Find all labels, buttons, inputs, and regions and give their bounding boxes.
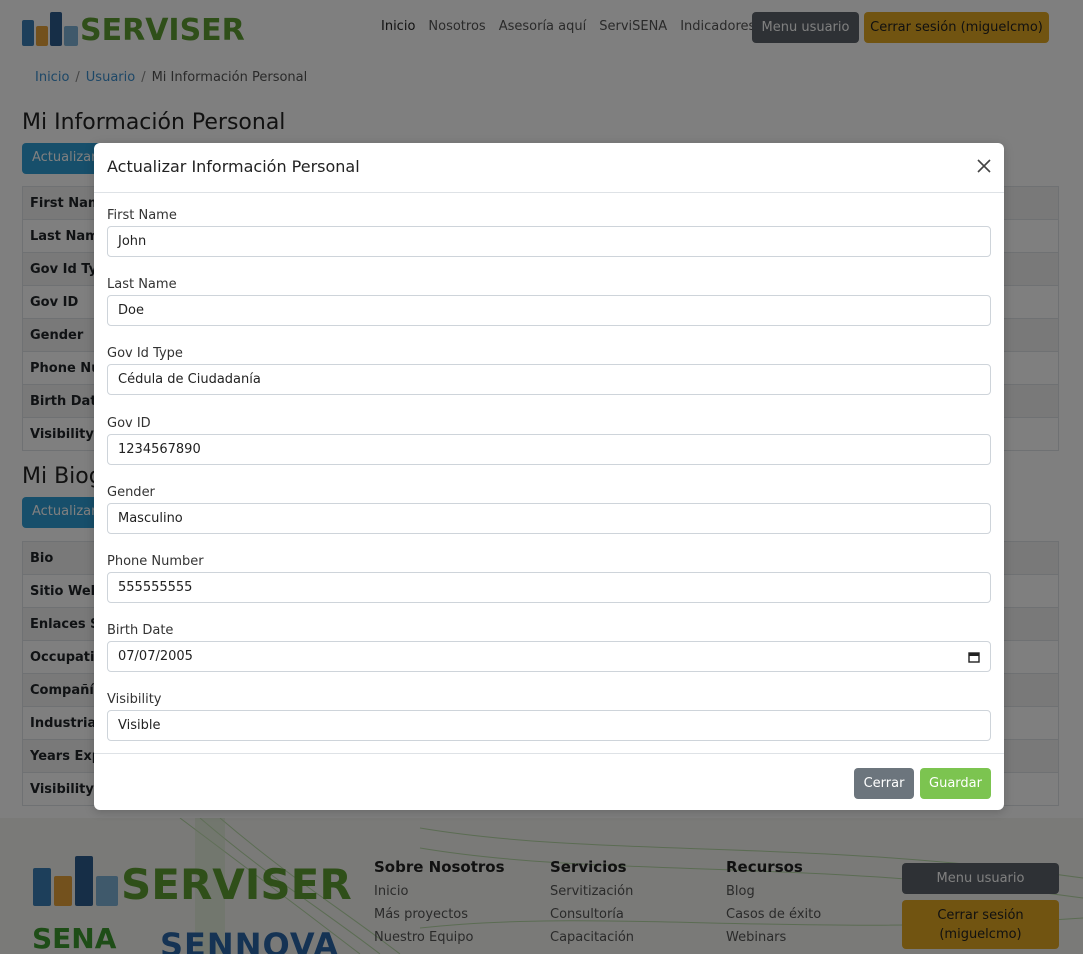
phone-number-field[interactable]: 555555555 <box>107 572 991 603</box>
update-personal-info-modal: Actualizar Información Personal First Na… <box>94 143 1004 810</box>
phone-number-group: Phone Number 555555555 <box>107 554 991 603</box>
gov-id-type-group: Gov Id Type Cédula de Ciudadanía <box>107 346 991 395</box>
modal-footer: Cerrar Guardar <box>94 753 1004 810</box>
gov-id-group: Gov ID 1234567890 <box>107 416 991 465</box>
gov-id-field[interactable]: 1234567890 <box>107 434 991 465</box>
birth-date-group: Birth Date 07/07/2005 <box>107 623 991 672</box>
gender-field[interactable]: Masculino <box>107 503 991 534</box>
cerrar-button[interactable]: Cerrar <box>854 768 914 799</box>
gov-id-value: 1234567890 <box>118 442 201 457</box>
visibility-value: Visible <box>118 718 161 733</box>
first-name-group: First Name John <box>107 208 991 257</box>
modal-body: First Name John Last Name Doe Gov Id Typ… <box>94 193 1004 753</box>
gender-value: Masculino <box>118 511 183 526</box>
visibility-group: Visibility Visible <box>107 692 991 741</box>
guardar-button[interactable]: Guardar <box>920 768 991 799</box>
gov-id-type-field[interactable]: Cédula de Ciudadanía <box>107 364 991 395</box>
last-name-group: Last Name Doe <box>107 277 991 326</box>
gov-id-type-label: Gov Id Type <box>107 346 183 361</box>
birth-date-value: 07/07/2005 <box>118 649 193 664</box>
birth-date-field[interactable]: 07/07/2005 <box>107 641 991 672</box>
birth-date-label: Birth Date <box>107 623 174 638</box>
last-name-field[interactable]: Doe <box>107 295 991 326</box>
last-name-label: Last Name <box>107 277 177 292</box>
modal-header: Actualizar Información Personal <box>94 143 1004 193</box>
close-icon[interactable] <box>976 158 992 174</box>
visibility-label: Visibility <box>107 692 162 707</box>
gender-label: Gender <box>107 485 155 500</box>
gov-id-type-value: Cédula de Ciudadanía <box>118 372 261 387</box>
last-name-value: Doe <box>118 303 144 318</box>
first-name-value: John <box>118 234 147 249</box>
phone-number-value: 555555555 <box>118 580 193 595</box>
gender-group: Gender Masculino <box>107 485 991 534</box>
calendar-icon[interactable] <box>968 651 980 663</box>
visibility-field[interactable]: Visible <box>107 710 991 741</box>
first-name-field[interactable]: John <box>107 226 991 257</box>
gov-id-label: Gov ID <box>107 416 151 431</box>
first-name-label: First Name <box>107 208 177 223</box>
modal-title: Actualizar Información Personal <box>107 157 360 176</box>
phone-number-label: Phone Number <box>107 554 204 569</box>
